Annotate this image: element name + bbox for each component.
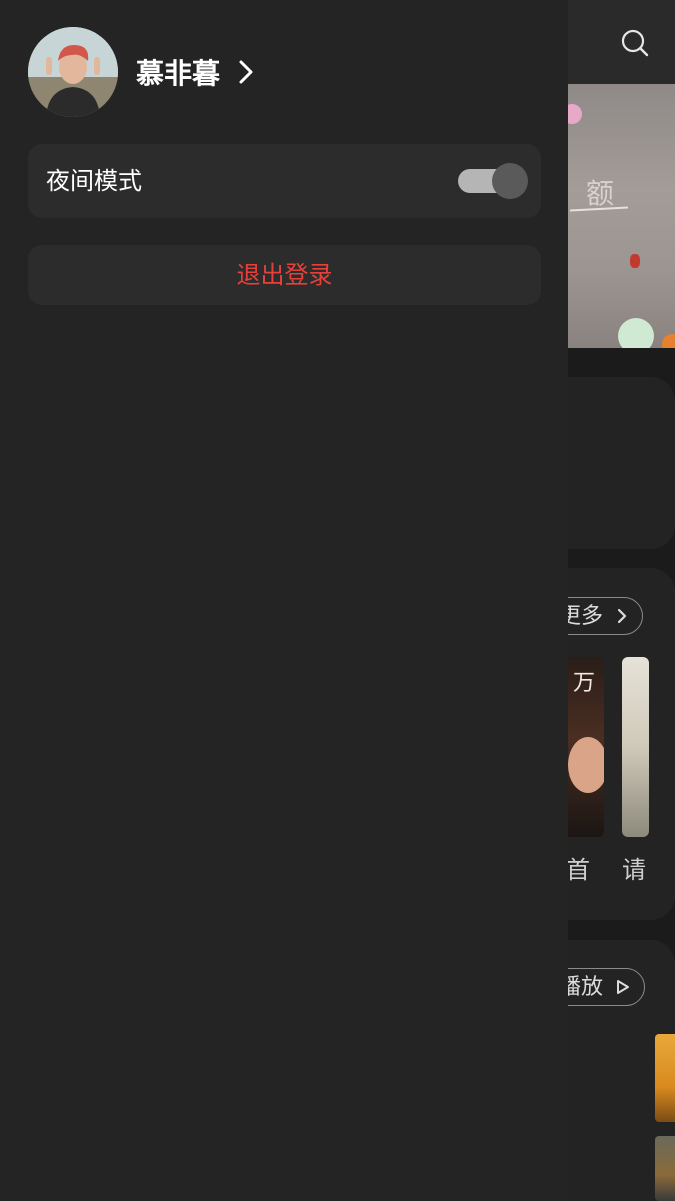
banner-text: 额 bbox=[586, 177, 615, 210]
thumbnail-overlay-text: 万 bbox=[573, 671, 596, 696]
album-thumbnail[interactable] bbox=[655, 1034, 675, 1122]
logout-label: 退出登录 bbox=[236, 261, 333, 289]
thumbnail-caption: 请 bbox=[622, 856, 646, 884]
search-icon[interactable] bbox=[620, 28, 650, 58]
play-icon bbox=[617, 980, 630, 994]
toggle-knob bbox=[492, 163, 528, 199]
night-mode-label: 夜间模式 bbox=[46, 167, 142, 195]
logout-button[interactable]: 退出登录 bbox=[28, 245, 541, 305]
playlist-thumbnail[interactable] bbox=[622, 657, 649, 837]
chevron-right-icon bbox=[617, 608, 627, 624]
avatar bbox=[28, 27, 118, 117]
user-profile-link[interactable]: 慕非暮 bbox=[28, 27, 256, 117]
night-mode-toggle[interactable] bbox=[458, 163, 528, 199]
side-drawer: 慕非暮 夜间模式 退出登录 bbox=[0, 0, 568, 1201]
avatar-image bbox=[28, 27, 118, 117]
app-root: 额 更多 万 首 请 播放 慕非暮 夜间模式 退出登录 bbox=[0, 0, 675, 1201]
username: 慕非暮 bbox=[136, 57, 221, 90]
night-mode-row: 夜间模式 bbox=[28, 144, 541, 218]
thumbnail-caption: 首 bbox=[566, 856, 590, 884]
album-thumbnail[interactable] bbox=[655, 1136, 675, 1201]
background-banner[interactable]: 额 bbox=[560, 84, 675, 348]
chevron-right-icon bbox=[239, 60, 253, 84]
